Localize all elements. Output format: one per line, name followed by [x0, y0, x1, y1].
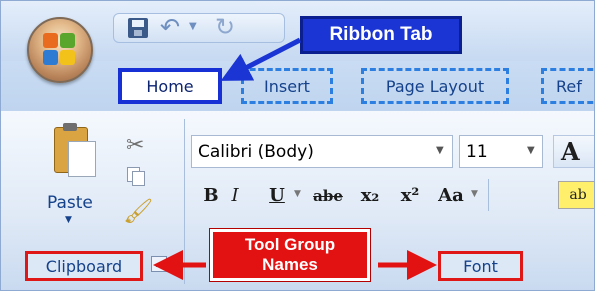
save-icon[interactable]	[128, 18, 148, 38]
redo-icon[interactable]: ↻	[215, 13, 235, 41]
paste-dropdown-icon[interactable]: ▼	[65, 215, 72, 225]
word-window: ↶ ▼ ↻ Home Insert Page Layout Ref Paste …	[0, 0, 595, 291]
group-divider	[184, 119, 185, 284]
superscript-button[interactable]: x²	[395, 181, 425, 211]
cut-icon[interactable]: ✂	[126, 133, 144, 158]
ribbon-tab-callout: Ribbon Tab	[300, 16, 462, 54]
undo-icon[interactable]: ↶	[160, 13, 180, 41]
clipboard-dialog-launcher-icon[interactable]	[151, 256, 167, 272]
toolbar-divider	[488, 179, 489, 211]
tab-home[interactable]: Home	[118, 68, 222, 104]
font-name-dropdown-icon[interactable]: ▼	[436, 145, 444, 156]
italic-button[interactable]: I	[223, 181, 247, 211]
annotated-word-ribbon-screenshot: ↶ ▼ ↻ Home Insert Page Layout Ref Paste …	[0, 0, 595, 291]
copy-icon[interactable]	[127, 167, 145, 186]
change-case-button[interactable]: Aa	[431, 181, 471, 211]
paste-icon[interactable]	[54, 121, 96, 179]
tab-references[interactable]: Ref	[541, 68, 594, 104]
office-button[interactable]	[27, 17, 93, 83]
undo-dropdown-icon[interactable]: ▼	[189, 21, 197, 32]
strikethrough-button[interactable]: abe	[306, 181, 350, 211]
tab-insert[interactable]: Insert	[241, 68, 333, 104]
callout-line-1: Tool Group	[244, 235, 336, 254]
font-name-combobox[interactable]: Calibri (Body)	[191, 135, 453, 168]
text-highlight-button[interactable]: ab	[558, 181, 594, 209]
grow-font-button[interactable]: A	[553, 135, 594, 168]
underline-button[interactable]: U	[265, 181, 289, 211]
bold-button[interactable]: B	[199, 181, 223, 211]
paste-button-label[interactable]: Paste	[47, 193, 93, 213]
format-painter-icon[interactable]: 🖌	[123, 197, 153, 225]
change-case-dropdown-icon[interactable]: ▼	[471, 189, 478, 199]
callout-line-2: Names	[262, 255, 318, 274]
tab-page-layout[interactable]: Page Layout	[361, 68, 509, 104]
font-size-dropdown-icon[interactable]: ▼	[527, 145, 535, 156]
font-group-name: Font	[438, 251, 523, 281]
subscript-button[interactable]: x₂	[355, 181, 385, 211]
clipboard-group-name: Clipboard	[25, 251, 143, 281]
underline-dropdown-icon[interactable]: ▼	[294, 189, 301, 199]
office-logo-icon	[43, 33, 77, 67]
tool-group-names-callout: Tool Group Names	[209, 228, 371, 282]
